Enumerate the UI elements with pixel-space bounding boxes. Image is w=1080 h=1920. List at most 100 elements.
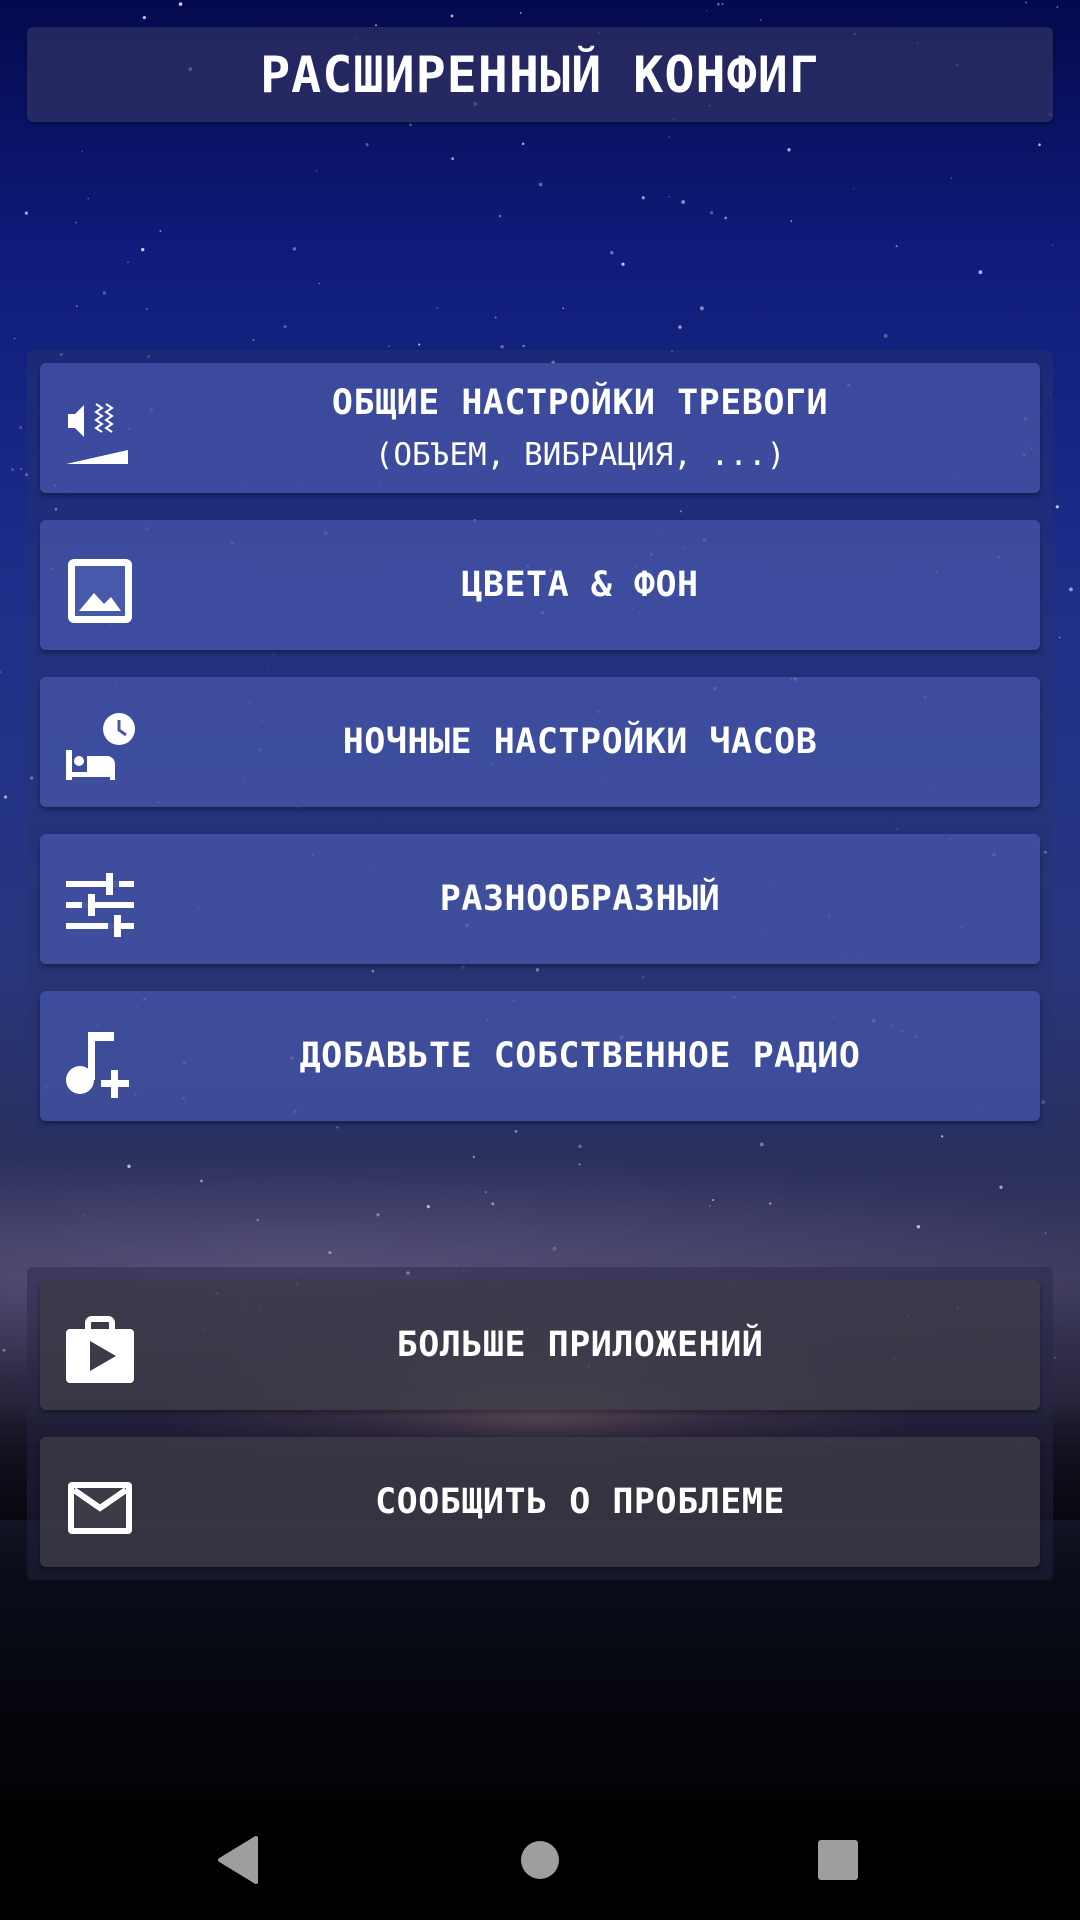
- star: [141, 247, 145, 252]
- star: [498, 214, 502, 218]
- star: [1058, 636, 1061, 639]
- report-problem-button[interactable]: СООБЩИТЬ О ПРОБЛЕМЕ: [40, 1437, 1040, 1567]
- more-apps-button[interactable]: БОЛЬШЕ ПРИЛОЖЕНИЙ: [40, 1280, 1040, 1410]
- home-button[interactable]: [513, 1833, 567, 1887]
- star: [1054, 1356, 1057, 1359]
- star: [668, 136, 670, 138]
- play-store-bag-icon: [64, 1315, 136, 1387]
- star: [678, 325, 682, 329]
- star: [521, 142, 525, 145]
- star: [375, 24, 377, 27]
- star: [641, 196, 645, 200]
- star: [578, 1163, 581, 1166]
- night-clock-settings-button[interactable]: НОЧНЫЕ НАСТРОЙКИ ЧАСОВ: [40, 677, 1040, 807]
- bed-clock-icon: [64, 712, 136, 784]
- alarm-general-settings-label: ОБЩИЕ НАСТРОЙКИ ТРЕВОГИ: [331, 383, 829, 423]
- star: [709, 1205, 711, 1207]
- star: [760, 19, 762, 21]
- add-own-radio-button[interactable]: ДОБАВЬТЕ СОБСТВЕННОЕ РАДИО: [40, 991, 1040, 1121]
- mail-icon: [64, 1472, 136, 1544]
- star: [500, 345, 504, 349]
- star: [562, 307, 564, 310]
- star: [388, 344, 391, 347]
- star: [11, 467, 15, 472]
- star: [3, 795, 8, 799]
- star: [494, 316, 497, 319]
- page-title: РАСШИРЕННЫЙ КОНФИГ: [260, 45, 820, 104]
- star: [852, 187, 855, 190]
- miscellaneous-button[interactable]: РАЗНООБРАЗНЫЙ: [40, 834, 1040, 964]
- star: [790, 220, 793, 222]
- add-own-radio-label: ДОБАВЬТЕ СОБСТВЕННОЕ РАДИО: [299, 1036, 861, 1076]
- system-navigation-bar: [0, 1800, 1080, 1920]
- star: [2, 1348, 6, 1352]
- star: [418, 343, 421, 346]
- star: [292, 247, 297, 251]
- star: [712, 1199, 715, 1201]
- recents-button[interactable]: [811, 1833, 865, 1887]
- star: [950, 177, 953, 180]
- star: [409, 123, 412, 127]
- star: [941, 1135, 944, 1138]
- star: [710, 211, 714, 215]
- star: [87, 197, 90, 200]
- star: [883, 333, 888, 338]
- star: [328, 1251, 332, 1255]
- star: [127, 261, 130, 264]
- star: [318, 282, 320, 285]
- colors-background-button[interactable]: ЦВЕТА & ФОН: [40, 520, 1040, 650]
- alarm-general-settings-sublabel: (ОБЪЕМ, ВИБРАЦИЯ, ...): [374, 437, 786, 473]
- home-icon: [520, 1840, 560, 1880]
- sliders-icon: [64, 869, 136, 941]
- star: [552, 1246, 557, 1251]
- star: [681, 200, 686, 204]
- miscellaneous-label: РАЗНООБРАЗНЫЙ: [439, 879, 721, 919]
- star: [706, 10, 708, 12]
- music-add-icon: [64, 1026, 136, 1098]
- star: [538, 182, 543, 187]
- colors-background-label: ЦВЕТА & ФОН: [461, 565, 699, 605]
- star: [102, 291, 107, 295]
- star: [759, 1142, 764, 1147]
- star: [20, 468, 22, 470]
- star: [1056, 6, 1059, 8]
- star: [0, 671, 2, 674]
- star: [75, 222, 77, 224]
- star: [578, 1144, 582, 1149]
- star: [721, 3, 724, 5]
- star: [519, 12, 522, 14]
- star: [365, 143, 369, 147]
- star: [699, 306, 704, 311]
- star: [769, 1202, 772, 1205]
- image-icon: [64, 555, 136, 627]
- star: [376, 1213, 380, 1217]
- star: [451, 157, 455, 161]
- night-clock-settings-label: НОЧНЫЕ НАСТРОЙКИ ЧАСОВ: [342, 722, 818, 762]
- star: [978, 270, 983, 275]
- star: [787, 148, 791, 152]
- star: [1024, 1, 1028, 4]
- page-header: РАСШИРЕННЫЙ КОНФИГ: [27, 27, 1053, 122]
- star: [668, 196, 670, 198]
- star: [1044, 1232, 1047, 1234]
- star: [450, 14, 454, 18]
- report-problem-label: СООБЩИТЬ О ПРОБЛЕМЕ: [375, 1482, 785, 1522]
- star: [717, 2, 720, 6]
- star: [142, 15, 147, 20]
- extra-panel: БОЛЬШЕ ПРИЛОЖЕНИЙ СООБЩИТЬ О ПРОБЛЕМЕ: [27, 1267, 1053, 1580]
- alarm-general-settings-button[interactable]: ОБЩИЕ НАСТРОЙКИ ТРЕВОГИ (ОБЪЕМ, ВИБРАЦИЯ…: [40, 363, 1040, 493]
- star: [19, 426, 23, 429]
- back-icon: [216, 1836, 260, 1884]
- star: [283, 324, 287, 329]
- star: [999, 1185, 1003, 1189]
- star: [472, 1155, 476, 1159]
- star: [895, 245, 898, 248]
- star: [252, 338, 255, 342]
- star: [724, 216, 728, 220]
- star: [1068, 587, 1073, 592]
- star: [127, 1164, 131, 1169]
- volume-vibration-icon: [64, 398, 136, 470]
- star: [426, 1204, 430, 1209]
- back-button[interactable]: [211, 1833, 265, 1887]
- star: [13, 337, 16, 340]
